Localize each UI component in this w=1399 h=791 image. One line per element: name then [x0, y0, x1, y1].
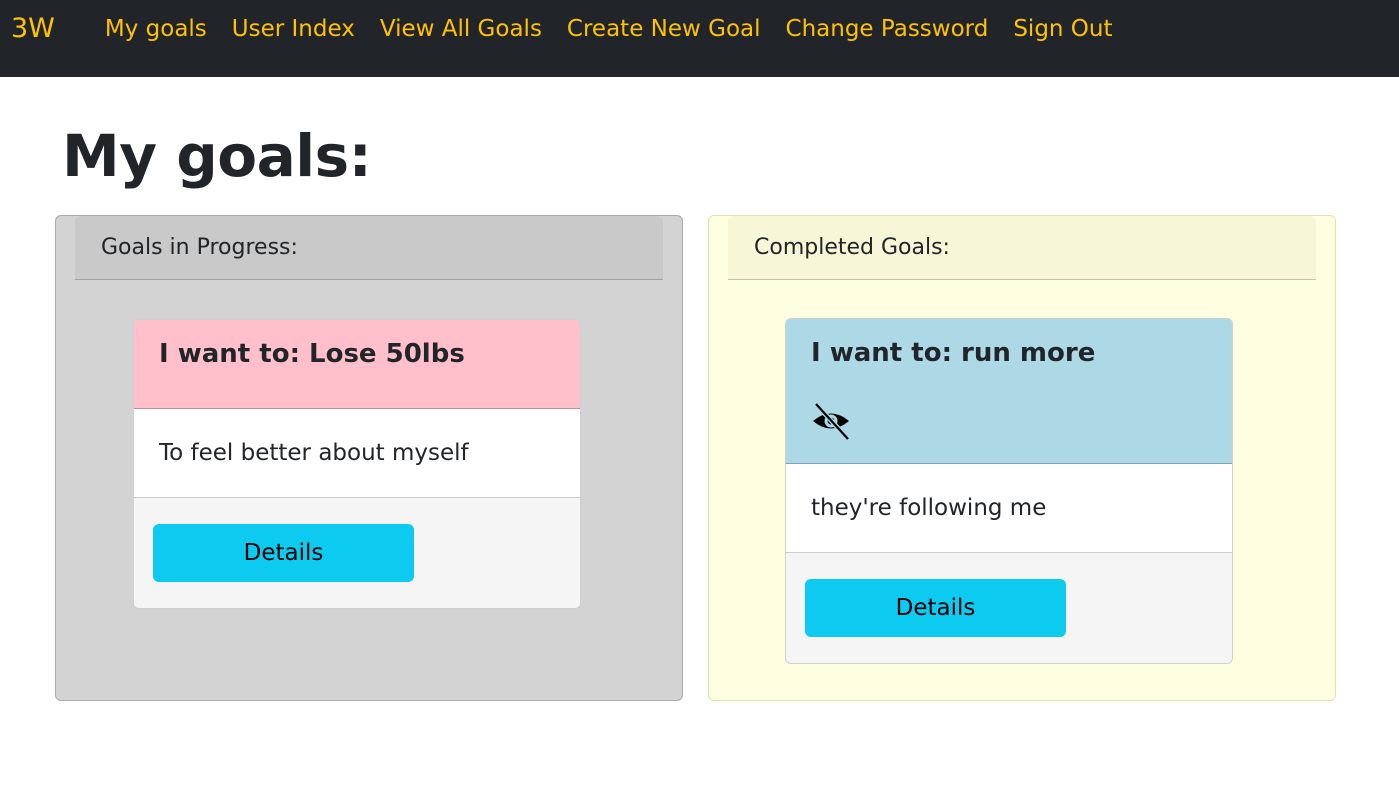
- details-button[interactable]: Details: [805, 579, 1066, 637]
- goals-in-progress-header: Goals in Progress:: [75, 216, 663, 280]
- goal-card-header: I want to: Lose 50lbs: [134, 320, 580, 409]
- nav-link-my-goals[interactable]: My goals: [105, 13, 207, 45]
- completed-goals-panel: Completed Goals: I want to: run more the…: [708, 215, 1336, 701]
- completed-goals-header: Completed Goals:: [728, 216, 1316, 280]
- goals-in-progress-panel: Goals in Progress: I want to: Lose 50lbs…: [55, 215, 683, 701]
- nav-links: My goals User Index View All Goals Creat…: [105, 13, 1138, 45]
- nav-link-change-password[interactable]: Change Password: [786, 13, 989, 45]
- goal-reason: they're following me: [786, 464, 1232, 553]
- goal-reason: To feel better about myself: [134, 409, 580, 498]
- top-navbar: 3W My goals User Index View All Goals Cr…: [0, 0, 1399, 77]
- goal-title: I want to: run more: [811, 338, 1096, 368]
- page-title: My goals:: [62, 122, 372, 190]
- brand-logo[interactable]: 3W: [11, 13, 55, 45]
- nav-link-sign-out[interactable]: Sign Out: [1013, 13, 1112, 45]
- details-button[interactable]: Details: [153, 524, 414, 582]
- nav-link-user-index[interactable]: User Index: [232, 13, 355, 45]
- goal-card-header: I want to: run more: [786, 319, 1232, 464]
- nav-link-create-new-goal[interactable]: Create New Goal: [567, 13, 761, 45]
- goal-title: I want to: Lose 50lbs: [159, 339, 465, 369]
- goal-card: I want to: run more they're following me…: [785, 318, 1233, 664]
- goal-card: I want to: Lose 50lbs To feel better abo…: [133, 319, 581, 609]
- goal-card-footer: Details: [134, 498, 580, 608]
- eye-slash-icon: [813, 402, 850, 441]
- goal-card-footer: Details: [786, 553, 1232, 663]
- nav-link-view-all-goals[interactable]: View All Goals: [380, 13, 542, 45]
